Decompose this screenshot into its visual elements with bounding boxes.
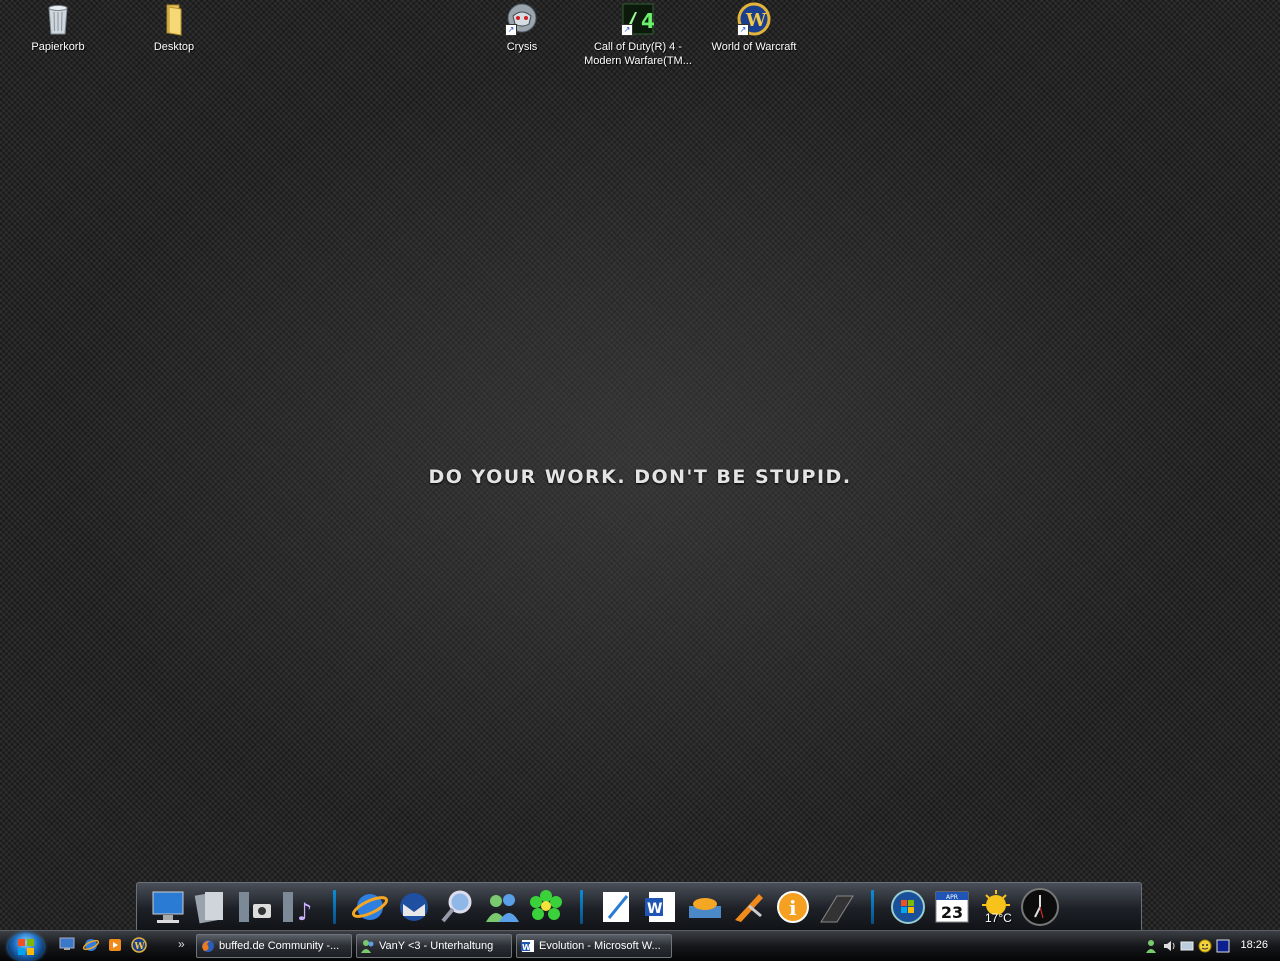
calendar-month: APR: [946, 894, 958, 901]
internet-explorer-icon[interactable]: [82, 937, 100, 955]
taskbar: W » buffed.de Community -... VanY <3 - U…: [0, 930, 1280, 961]
dock: ♪ W i APR 23 17°C: [136, 882, 1142, 930]
dock-icq-icon[interactable]: [525, 886, 567, 928]
dock-start-orb-icon[interactable]: [887, 886, 929, 928]
taskbar-clock[interactable]: 18:26: [1240, 939, 1268, 951]
dock-winamp-icon[interactable]: [728, 886, 770, 928]
taskbar-task-buffed[interactable]: buffed.de Community -...: [196, 934, 352, 958]
show-desktop-icon[interactable]: [58, 937, 76, 955]
desktop-icon-label: Desktop: [153, 41, 195, 53]
svg-text:W: W: [647, 901, 662, 917]
shortcut-arrow-icon: ↗: [621, 24, 633, 36]
messenger-icon: [361, 939, 375, 953]
desktop-icon-crysis[interactable]: ↗ Crysis: [464, 2, 580, 54]
dock-pictures-icon[interactable]: [234, 886, 276, 928]
word-icon: W: [521, 939, 535, 953]
wow-quicklaunch-icon[interactable]: W: [130, 937, 148, 955]
wallpaper-slogan: DO YOUR WORK. DON'T BE STUPID.: [428, 466, 852, 488]
dock-thunderbird-icon[interactable]: [393, 886, 435, 928]
firefox-icon: [201, 939, 215, 953]
shortcut-arrow-icon: ↗: [505, 24, 517, 36]
media-player-icon[interactable]: [106, 937, 124, 955]
desktop-icon-label: Crysis: [506, 41, 538, 53]
desktop-icon-world-of-warcraft[interactable]: W ↗ World of Warcraft: [696, 2, 812, 54]
taskbar-task-word[interactable]: W Evolution - Microsoft W...: [516, 934, 672, 958]
dock-search-icon[interactable]: [437, 886, 479, 928]
dock-network-icon[interactable]: [684, 886, 726, 928]
system-tray: 18:26: [1140, 931, 1280, 961]
dock-word-icon[interactable]: W: [640, 886, 682, 928]
task-label: Evolution - Microsoft W...: [539, 940, 661, 952]
quicklaunch-overflow-chevron-icon[interactable]: »: [178, 937, 185, 951]
svg-text:4: 4: [641, 9, 655, 33]
dock-clock-icon[interactable]: [1019, 886, 1061, 928]
crysis-icon: ↗: [505, 2, 539, 36]
dock-computer-icon[interactable]: [146, 886, 188, 928]
messenger-status-icon[interactable]: [1144, 939, 1158, 953]
svg-text:♪: ♪: [297, 898, 312, 926]
dock-music-icon[interactable]: ♪: [278, 886, 320, 928]
app-tray-icon[interactable]: [1216, 939, 1230, 953]
desktop-icon-label: Papierkorb: [31, 41, 85, 53]
dock-notepad-icon[interactable]: [596, 886, 638, 928]
dock-messenger-icon[interactable]: [481, 886, 523, 928]
smiley-tray-icon[interactable]: [1198, 939, 1212, 953]
svg-text:W: W: [134, 942, 146, 952]
dock-weather-icon[interactable]: 17°C: [975, 886, 1017, 928]
dock-calendar-icon[interactable]: APR 23: [931, 886, 973, 928]
desktop-icon-recycle-bin[interactable]: Papierkorb: [0, 2, 116, 54]
cod4-icon: 4 ↗: [621, 2, 655, 36]
desktop-icon-call-of-duty-4[interactable]: 4 ↗ Call of Duty(R) 4 - Modern Warfare(T…: [580, 2, 696, 68]
windows-logo-icon: [18, 939, 34, 955]
task-label: buffed.de Community -...: [219, 940, 340, 952]
dock-internet-explorer-icon[interactable]: [349, 886, 391, 928]
task-label: VanY <3 - Unterhaltung: [379, 940, 494, 952]
folder-icon: [157, 2, 191, 36]
desktop-icon-label: Call of Duty(R) 4 - Modern Warfare(TM...: [584, 41, 692, 67]
dock-separator: [333, 889, 336, 924]
svg-text:W: W: [522, 943, 531, 952]
dock-stack-icon[interactable]: [816, 886, 858, 928]
volume-icon[interactable]: [1162, 939, 1176, 953]
shortcut-arrow-icon: ↗: [737, 24, 749, 36]
dock-separator: [580, 889, 583, 924]
desktop-icon-label: World of Warcraft: [711, 41, 797, 53]
calendar-day: 23: [941, 903, 963, 922]
dock-separator: [871, 889, 874, 924]
desktop: Papierkorb Desktop ↗ Crysis 4 ↗ Call of …: [0, 0, 1280, 880]
svg-text:i: i: [789, 896, 797, 920]
desktop-icon-desktop-folder[interactable]: Desktop: [116, 2, 232, 54]
recycle-bin-icon: [41, 2, 75, 36]
taskbar-task-messenger[interactable]: VanY <3 - Unterhaltung: [356, 934, 512, 958]
start-button[interactable]: [8, 933, 44, 961]
weather-temperature: 17°C: [985, 910, 1012, 925]
dock-documents-icon[interactable]: [190, 886, 232, 928]
network-icon[interactable]: [1180, 939, 1194, 953]
dock-info-icon[interactable]: i: [772, 886, 814, 928]
wow-icon: W ↗: [737, 2, 771, 36]
